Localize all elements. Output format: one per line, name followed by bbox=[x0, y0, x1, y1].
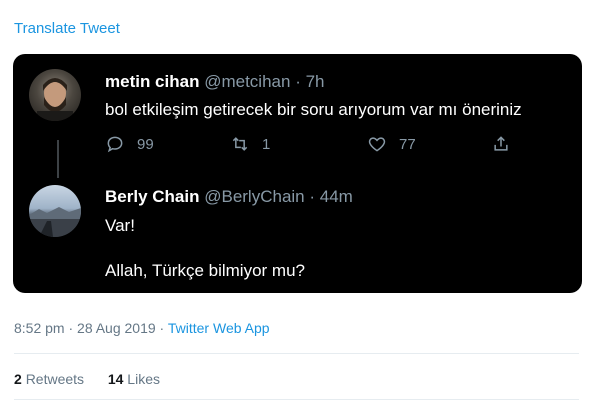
likes-count: 14 bbox=[107, 371, 124, 387]
retweets-label: Retweets bbox=[25, 371, 85, 387]
avatar-metin-cihan[interactable] bbox=[29, 69, 81, 121]
retweet-button[interactable]: 1 bbox=[230, 134, 270, 154]
tweet-metadata: 8:52 pm · 28 Aug 2019 · Twitter Web App bbox=[14, 320, 270, 336]
like-count: 77 bbox=[399, 135, 416, 153]
avatar-berly-chain[interactable] bbox=[29, 185, 81, 237]
reply-button[interactable]: 99 bbox=[105, 134, 154, 154]
divider bbox=[14, 399, 579, 400]
likes-stat[interactable]: 14 Likes bbox=[108, 371, 160, 387]
share-button[interactable] bbox=[491, 134, 511, 154]
tweet2-text-line1: Var! bbox=[105, 216, 135, 235]
source-app-link[interactable]: Twitter Web App bbox=[168, 320, 270, 336]
share-icon bbox=[494, 136, 508, 151]
tweet1-header: metin cihan @metcihan · 7h bbox=[105, 72, 324, 92]
tweet-time[interactable]: · 44m bbox=[309, 187, 352, 206]
tweet2-text-line2: Allah, Türkçe bilmiyor mu? bbox=[105, 261, 305, 280]
author-handle[interactable]: @BerlyChain bbox=[204, 187, 304, 206]
author-name[interactable]: metin cihan bbox=[105, 72, 199, 91]
retweet-count: 1 bbox=[262, 135, 271, 153]
tweet-timestamp[interactable]: 8:52 pm · 28 Aug 2019 · bbox=[14, 320, 164, 336]
divider bbox=[14, 353, 579, 354]
heart-icon bbox=[368, 137, 386, 152]
reply-icon bbox=[107, 136, 123, 153]
tweet1-actions: 99 1 77 bbox=[105, 134, 525, 158]
tweet-time[interactable]: · 7h bbox=[295, 72, 324, 91]
tweet1-text: bol etkileşim getirecek bir soru arıyoru… bbox=[105, 100, 522, 119]
retweets-count: 2 bbox=[14, 371, 22, 387]
retweets-stat[interactable]: 2 Retweets bbox=[14, 371, 84, 387]
author-handle[interactable]: @metcihan bbox=[204, 72, 290, 91]
author-name[interactable]: Berly Chain bbox=[105, 187, 199, 206]
translate-tweet-link[interactable]: Translate Tweet bbox=[14, 20, 120, 37]
reply-count: 99 bbox=[137, 135, 154, 153]
thread-connector bbox=[57, 140, 59, 178]
tweet-stats: 2 Retweets 14 Likes bbox=[14, 371, 160, 387]
tweet2-header: Berly Chain @BerlyChain · 44m bbox=[105, 187, 353, 207]
retweet-icon bbox=[232, 137, 248, 151]
like-button[interactable]: 77 bbox=[367, 134, 416, 154]
quoted-tweet-card[interactable]: metin cihan @metcihan · 7h bol etkileşim… bbox=[13, 54, 582, 293]
likes-label: Likes bbox=[127, 371, 160, 387]
